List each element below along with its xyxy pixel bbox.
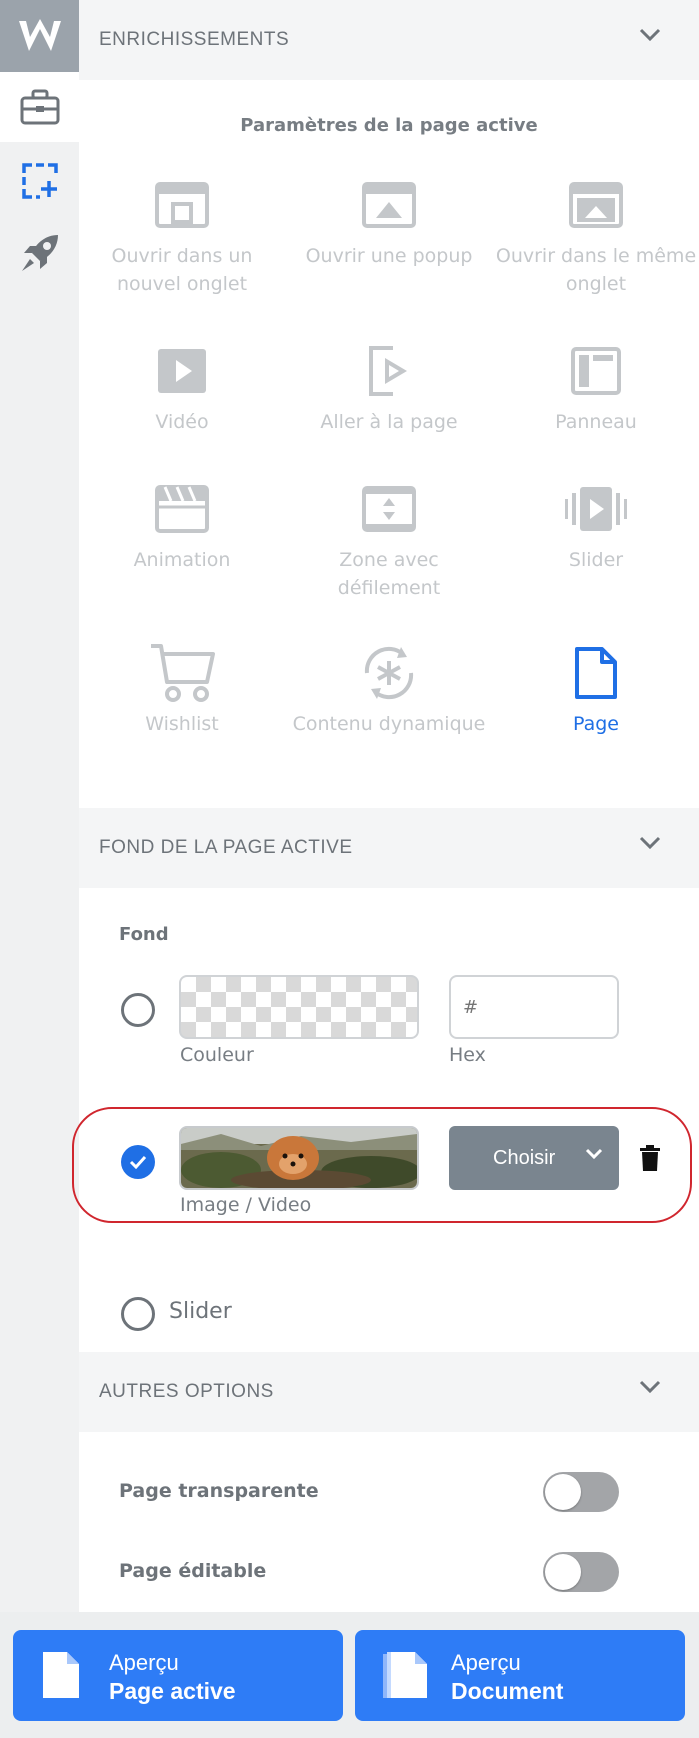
preview-document-button[interactable]: Aperçu Document (355, 1630, 685, 1721)
preview-document-line1: Aperçu (451, 1650, 521, 1675)
preview-active-line2: Page active (109, 1678, 236, 1704)
page-icon (43, 1652, 79, 1698)
background-title: FOND DE LA PAGE ACTIVE (99, 837, 353, 858)
enrichments-title: ENRICHISSEMENTS (99, 29, 290, 50)
image-video-label: Image / Video (180, 1194, 312, 1216)
same-tab-icon (569, 182, 623, 228)
color-swatch[interactable] (179, 975, 419, 1039)
briefcase-icon[interactable] (0, 72, 79, 142)
tile-popup[interactable]: Ouvrir une popup (286, 178, 492, 270)
tile-page[interactable]: Page (493, 646, 699, 738)
page-icon (575, 647, 617, 699)
dynamic-content-icon (364, 646, 414, 700)
color-radio[interactable] (121, 993, 155, 1027)
chevron-down-icon (639, 28, 661, 42)
settings-panel: ENRICHISSEMENTS Paramètres de la page ac… (72, 0, 699, 1738)
scroll-zone-icon (362, 486, 416, 532)
panel-icon (571, 347, 621, 395)
logo-w-icon[interactable] (0, 0, 79, 72)
new-tab-icon (155, 182, 209, 228)
go-to-page-icon (369, 346, 407, 396)
other-options-header[interactable]: AUTRES OPTIONS (79, 1352, 699, 1432)
other-options-title: AUTRES OPTIONS (99, 1381, 274, 1402)
preview-document-line2: Document (451, 1678, 564, 1704)
chevron-down-icon (639, 836, 661, 850)
tile-go-to-page[interactable]: Aller à la page (286, 344, 492, 436)
chevron-down-icon (639, 1380, 661, 1394)
video-icon (158, 349, 206, 393)
image-radio[interactable] (121, 1145, 155, 1179)
editable-page-toggle[interactable] (543, 1552, 619, 1592)
choose-label: Choisir (493, 1146, 556, 1169)
tile-dynamic-content[interactable]: Contenu dynamique (286, 646, 492, 738)
tile-scroll-zone[interactable]: Zone avec défilement (286, 482, 492, 602)
active-page-settings-title: Paramètres de la page active (240, 115, 538, 136)
tile-slider[interactable]: Slider (493, 482, 699, 574)
tile-panel[interactable]: Panneau (493, 344, 699, 436)
editable-page-label: Page éditable (119, 1560, 267, 1582)
background-header[interactable]: FOND DE LA PAGE ACTIVE (79, 808, 699, 888)
image-thumbnail[interactable] (179, 1126, 419, 1190)
hex-label: Hex (449, 1044, 486, 1066)
slider-icon (565, 487, 627, 531)
checkmark-icon (129, 1155, 147, 1169)
slider-label: Slider (169, 1299, 232, 1324)
clapperboard-icon (155, 485, 209, 533)
trash-icon[interactable] (640, 1145, 660, 1171)
chevron-down-icon (585, 1148, 603, 1160)
transparent-page-toggle[interactable] (543, 1472, 619, 1512)
tile-animation[interactable]: Animation (79, 482, 285, 574)
rocket-icon[interactable] (0, 218, 79, 288)
transparent-page-label: Page transparente (119, 1480, 319, 1502)
add-selection-icon[interactable] (0, 146, 79, 216)
slider-radio[interactable] (121, 1297, 155, 1331)
color-label: Couleur (180, 1044, 254, 1066)
tile-wishlist[interactable]: Wishlist (79, 644, 285, 738)
fond-label: Fond (119, 924, 169, 945)
hex-input[interactable] (449, 975, 619, 1039)
tile-video[interactable]: Vidéo (79, 344, 285, 436)
document-pages-icon (383, 1652, 427, 1698)
popup-icon (362, 182, 416, 228)
bottom-bar: Aperçu Page active Aperçu Document (0, 1612, 699, 1738)
choose-button[interactable]: Choisir (449, 1126, 619, 1190)
cart-icon (151, 644, 215, 702)
left-rail (0, 0, 79, 1738)
tile-same-tab[interactable]: Ouvrir dans le même onglet (493, 178, 699, 298)
tile-new-tab[interactable]: Ouvrir dans un nouvel onglet (79, 178, 285, 298)
preview-active-page-button[interactable]: Aperçu Page active (13, 1630, 343, 1721)
enrichments-header[interactable]: ENRICHISSEMENTS (79, 0, 699, 80)
preview-active-line1: Aperçu (109, 1650, 179, 1675)
